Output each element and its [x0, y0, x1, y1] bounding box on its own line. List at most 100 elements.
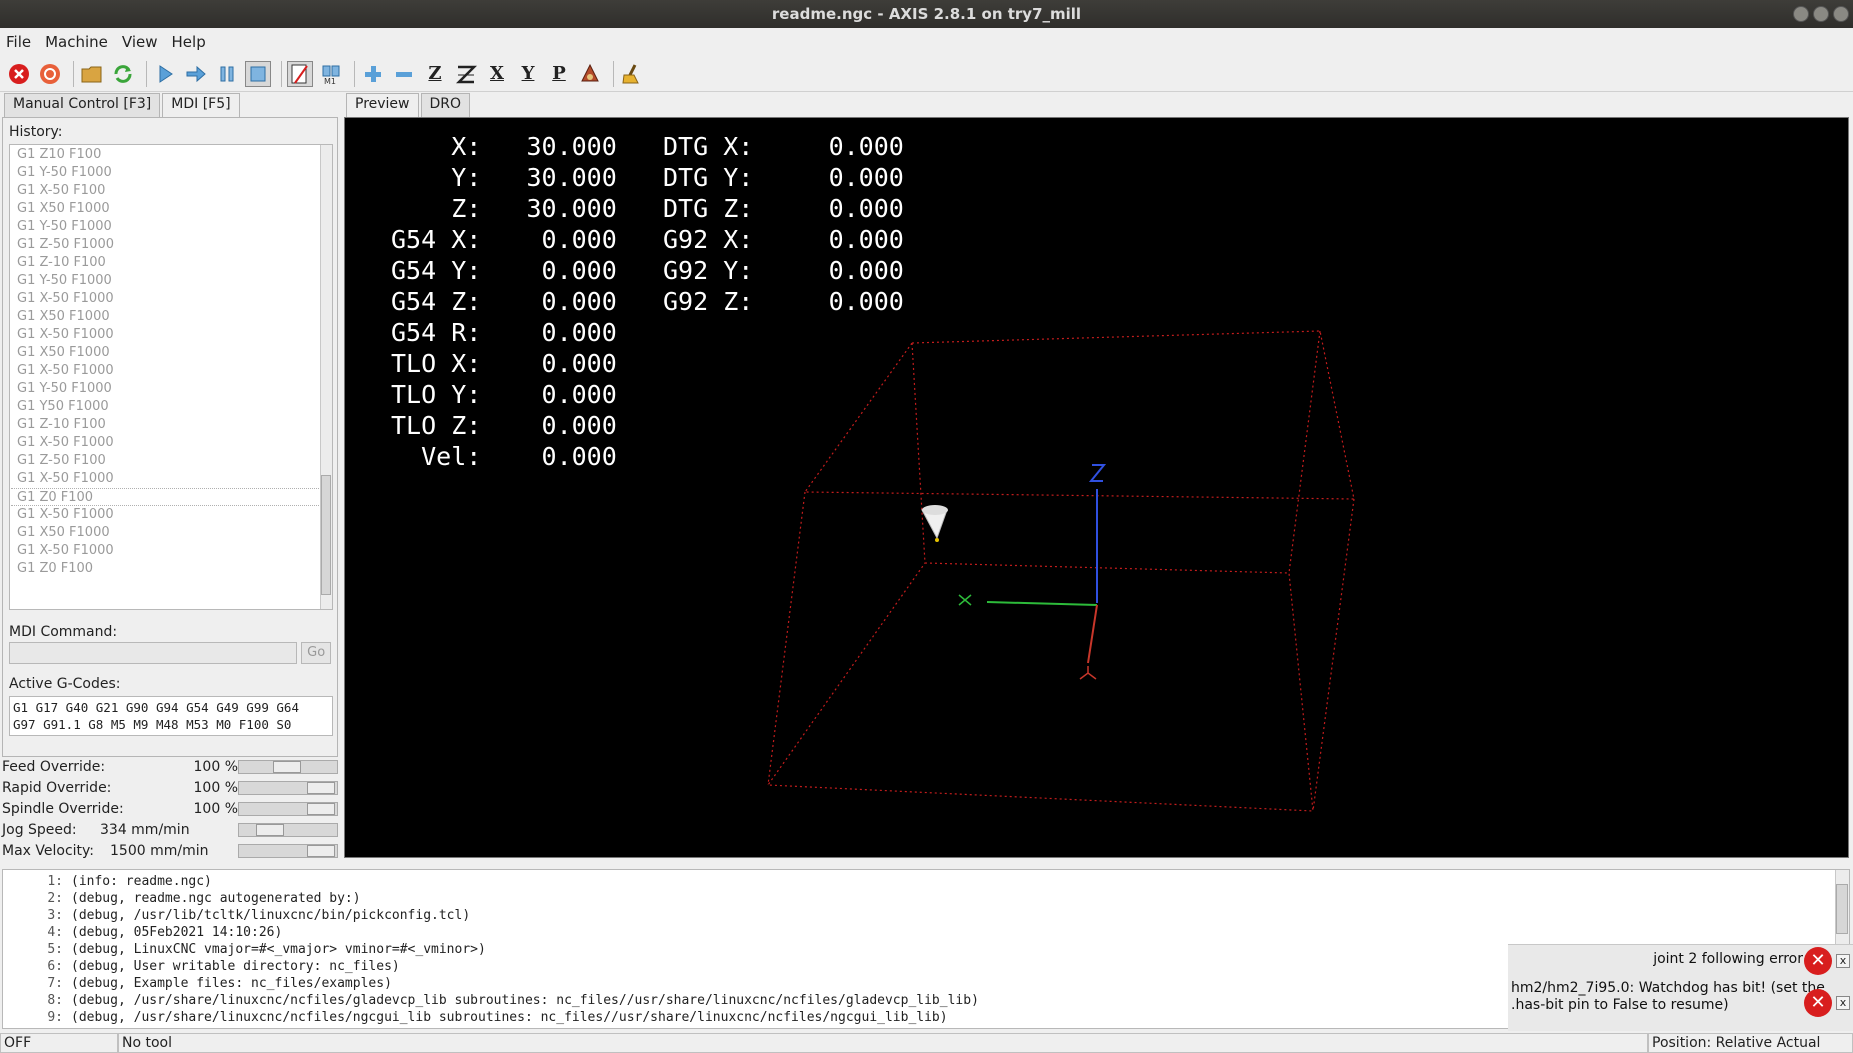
- history-item[interactable]: G1 X-50 F1000: [11, 434, 323, 452]
- history-item[interactable]: G1 Z-10 F100: [11, 254, 323, 272]
- mdi-command-input[interactable]: [9, 642, 298, 664]
- spindle-override-slider[interactable]: [238, 802, 338, 816]
- console-line-text: (debug, LinuxCNC vmajor=#<_vmajor> vmino…: [71, 942, 486, 957]
- svg-text:M1: M1: [324, 77, 336, 85]
- go-button[interactable]: Go: [301, 642, 331, 664]
- view-x-button[interactable]: X: [484, 61, 510, 87]
- jog-speed-value: 334 mm/min: [100, 822, 190, 838]
- rapid-override-slider[interactable]: [238, 781, 338, 795]
- history-item[interactable]: G1 X-50 F100: [11, 182, 323, 200]
- limits-edge: [1288, 330, 1321, 574]
- history-item[interactable]: G1 X-50 F1000: [11, 290, 323, 308]
- feed-override-slider[interactable]: [238, 760, 338, 774]
- feed-override-knob[interactable]: [273, 761, 301, 773]
- run-button[interactable]: [152, 61, 178, 87]
- step-button[interactable]: [183, 61, 209, 87]
- history-scroll-thumb[interactable]: [321, 475, 331, 595]
- view-z-button[interactable]: Z: [422, 61, 448, 87]
- max-velocity-knob[interactable]: [307, 845, 335, 857]
- history-item[interactable]: G1 Z0 F100: [11, 488, 323, 506]
- error-close-button[interactable]: x: [1836, 954, 1850, 968]
- console-line-number: 2:: [47, 891, 63, 906]
- active-gcodes-text: G1 G17 G40 G21 G90 G94 G54 G49 G99 G64 G…: [9, 696, 333, 736]
- block-delete-icon: [291, 64, 308, 84]
- view-z-rotated-button[interactable]: [453, 61, 479, 87]
- rotate-icon: [581, 63, 599, 81]
- estop-icon: [9, 63, 29, 84]
- history-item[interactable]: G1 X-50 F1000: [11, 362, 323, 380]
- history-item[interactable]: G1 X-50 F1000: [11, 326, 323, 344]
- toggle-rotate-button[interactable]: [577, 61, 603, 87]
- history-item[interactable]: G1 X-50 F1000: [11, 542, 323, 560]
- tab-dro[interactable]: DRO: [420, 93, 471, 117]
- menu-bar: File Machine View Help: [0, 28, 1853, 56]
- menu-machine[interactable]: Machine: [45, 33, 108, 51]
- history-item[interactable]: G1 X50 F1000: [11, 308, 323, 326]
- zoom-in-button[interactable]: [360, 61, 386, 87]
- max-velocity-value: 1500 mm/min: [110, 843, 209, 859]
- zoom-out-button[interactable]: [391, 61, 417, 87]
- maximize-button[interactable]: [1813, 6, 1829, 22]
- block-delete-button[interactable]: [287, 60, 313, 87]
- history-scrollbar[interactable]: [320, 145, 332, 609]
- preview-canvas[interactable]: X: 30.000 Y: 30.000 Z: 30.000 G54 X: 0.0…: [344, 117, 1849, 858]
- jog-speed-knob[interactable]: [256, 824, 284, 836]
- history-item[interactable]: G1 X-50 F1000: [11, 506, 323, 524]
- rapid-override-knob[interactable]: [307, 782, 335, 794]
- history-item[interactable]: G1 X-50 F1000: [11, 470, 323, 488]
- history-item[interactable]: G1 Y-50 F1000: [11, 380, 323, 398]
- menu-view[interactable]: View: [122, 33, 158, 51]
- machine-power-button[interactable]: [37, 61, 63, 87]
- tab-manual-control[interactable]: Manual Control [F3]: [4, 93, 161, 117]
- estop-button[interactable]: [6, 61, 32, 87]
- history-item[interactable]: G1 Z-10 F100: [11, 416, 323, 434]
- spindle-override-knob[interactable]: [307, 803, 335, 815]
- jog-speed-slider[interactable]: [238, 823, 338, 837]
- menu-file[interactable]: File: [6, 33, 31, 51]
- spindle-override-value: 100 %: [193, 801, 238, 817]
- history-item[interactable]: G1 Z10 F100: [11, 146, 323, 164]
- max-velocity-row: Max Velocity: 1500 mm/min: [2, 841, 338, 861]
- toolbar-separator: [613, 60, 614, 87]
- console-line-number: 7:: [47, 976, 63, 991]
- history-item[interactable]: G1 Z-50 F100: [11, 452, 323, 470]
- console-line-number: 5:: [47, 942, 63, 957]
- history-item[interactable]: G1 Z-50 F1000: [11, 236, 323, 254]
- console-line-text: (debug, /usr/lib/tcltk/linuxcnc/bin/pick…: [71, 908, 471, 923]
- view-y-icon: Y: [521, 63, 535, 84]
- console-scroll-thumb[interactable]: [1836, 884, 1848, 934]
- console-line: 2: (debug, readme.ngc autogenerated by:): [3, 890, 1849, 907]
- close-window-button[interactable]: [1833, 6, 1849, 22]
- stop-button[interactable]: [245, 60, 271, 87]
- history-item[interactable]: G1 X50 F1000: [11, 524, 323, 542]
- view-perspective-button[interactable]: P: [546, 61, 572, 87]
- history-item[interactable]: G1 X50 F1000: [11, 200, 323, 218]
- origin-axes: [958, 464, 1107, 680]
- view-z-rotated-icon: [455, 65, 477, 83]
- optional-stop-icon: M1: [322, 65, 340, 85]
- stop-icon: [250, 66, 266, 81]
- tab-preview[interactable]: Preview: [346, 93, 419, 117]
- clear-plot-button[interactable]: [619, 61, 645, 87]
- history-item[interactable]: G1 X50 F1000: [11, 344, 323, 362]
- menu-help[interactable]: Help: [172, 33, 206, 51]
- error-close-button[interactable]: x: [1836, 996, 1850, 1010]
- tab-mdi[interactable]: MDI [F5]: [162, 93, 240, 117]
- max-velocity-slider[interactable]: [238, 844, 338, 858]
- view-y-button[interactable]: Y: [515, 61, 541, 87]
- mdi-command-row: Go: [9, 642, 331, 664]
- reload-button[interactable]: [110, 61, 136, 87]
- left-tabs: Manual Control [F3] MDI [F5]: [0, 93, 340, 117]
- history-item[interactable]: G1 Y-50 F1000: [11, 164, 323, 182]
- optional-stop-button[interactable]: M1: [318, 61, 344, 87]
- minimize-button[interactable]: [1793, 6, 1809, 22]
- open-file-button[interactable]: [79, 61, 105, 87]
- history-item[interactable]: G1 Y50 F1000: [11, 398, 323, 416]
- pause-icon: [220, 66, 234, 81]
- pause-button[interactable]: [214, 61, 240, 87]
- history-item[interactable]: G1 Y-50 F1000: [11, 218, 323, 236]
- history-item[interactable]: G1 Y-50 F1000: [11, 272, 323, 290]
- history-list[interactable]: G1 Z10 F100 G1 Y-50 F1000 G1 X-50 F100 G1 X…: [9, 144, 333, 610]
- history-item[interactable]: G1 Z0 F100: [11, 560, 323, 578]
- y-axis-label: [958, 594, 972, 606]
